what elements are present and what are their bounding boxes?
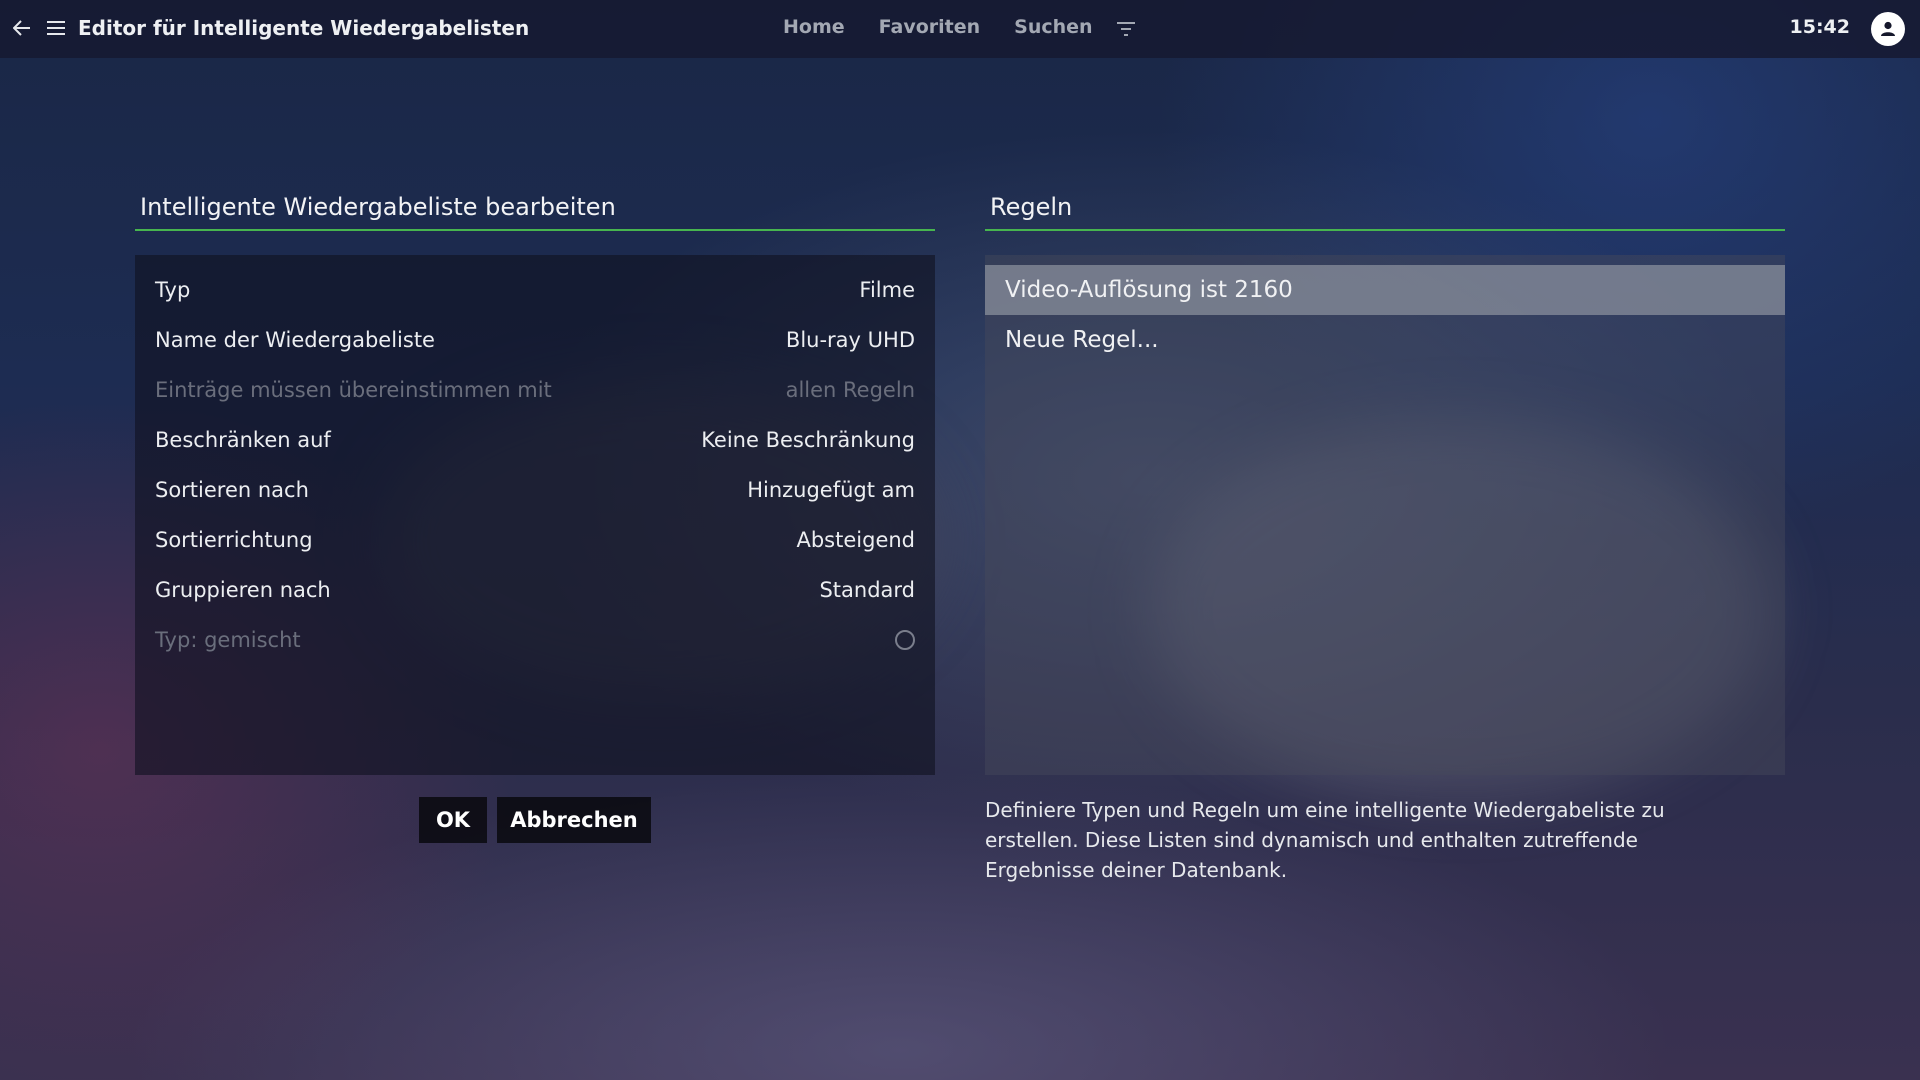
- setting-row-match: Einträge müssen übereinstimmen mit allen…: [135, 365, 935, 415]
- setting-label: Sortierrichtung: [155, 528, 313, 552]
- setting-row-sort[interactable]: Sortieren nach Hinzugefügt am: [135, 465, 935, 515]
- setting-row-group[interactable]: Gruppieren nach Standard: [135, 565, 935, 615]
- help-description: Definiere Typen und Regeln um eine intel…: [985, 798, 1665, 882]
- setting-value: allen Regeln: [785, 378, 915, 402]
- setting-value: Hinzugefügt am: [747, 478, 915, 502]
- setting-value: Filme: [859, 278, 915, 302]
- setting-value: Standard: [819, 578, 915, 602]
- nav-suchen[interactable]: Suchen: [1014, 16, 1092, 38]
- playlist-settings-panel: Typ Filme Name der Wiedergabeliste Blu-r…: [135, 255, 935, 775]
- cancel-button[interactable]: Abbrechen: [497, 797, 651, 843]
- back-arrow-icon[interactable]: [10, 16, 34, 40]
- right-panel-header: Regeln: [990, 193, 1073, 221]
- setting-label: Typ: gemischt: [155, 628, 301, 652]
- top-bar: Editor für Intelligente Wiedergabelisten…: [0, 0, 1920, 58]
- ok-button[interactable]: OK: [419, 797, 487, 843]
- setting-value: Keine Beschränkung: [701, 428, 915, 452]
- top-navigation: Home Favoriten Suchen: [783, 16, 1127, 38]
- new-rule-item[interactable]: Neue Regel...: [985, 315, 1785, 365]
- right-panel-underline: [985, 229, 1785, 231]
- setting-row-mixed: Typ: gemischt: [135, 615, 935, 665]
- setting-label: Einträge müssen übereinstimmen mit: [155, 378, 552, 402]
- clock: 15:42: [1789, 16, 1850, 38]
- setting-label: Name der Wiedergabeliste: [155, 328, 435, 352]
- setting-row-limit[interactable]: Beschränken auf Keine Beschränkung: [135, 415, 935, 465]
- nav-favoriten[interactable]: Favoriten: [879, 16, 981, 38]
- left-panel-underline: [135, 229, 935, 231]
- setting-label: Gruppieren nach: [155, 578, 331, 602]
- toggle-off-icon: [895, 630, 915, 650]
- setting-value: Absteigend: [796, 528, 915, 552]
- filter-icon[interactable]: [1114, 18, 1138, 40]
- setting-label: Typ: [155, 278, 191, 302]
- setting-value: Blu-ray UHD: [785, 328, 915, 352]
- hamburger-menu-icon[interactable]: [44, 16, 68, 40]
- user-icon[interactable]: [1871, 12, 1905, 46]
- setting-row-typ[interactable]: Typ Filme: [135, 265, 935, 315]
- setting-label: Beschränken auf: [155, 428, 331, 452]
- setting-row-name[interactable]: Name der Wiedergabeliste Blu-ray UHD: [135, 315, 935, 365]
- nav-home[interactable]: Home: [783, 16, 845, 38]
- rules-panel: Video-Auflösung ist 2160 Neue Regel...: [985, 255, 1785, 775]
- setting-row-sort-direction[interactable]: Sortierrichtung Absteigend: [135, 515, 935, 565]
- left-panel-header: Intelligente Wiedergabeliste bearbeiten: [140, 193, 616, 221]
- window-title: Editor für Intelligente Wiedergabelisten: [78, 16, 530, 40]
- rule-item-selected[interactable]: Video-Auflösung ist 2160: [985, 265, 1785, 315]
- setting-label: Sortieren nach: [155, 478, 309, 502]
